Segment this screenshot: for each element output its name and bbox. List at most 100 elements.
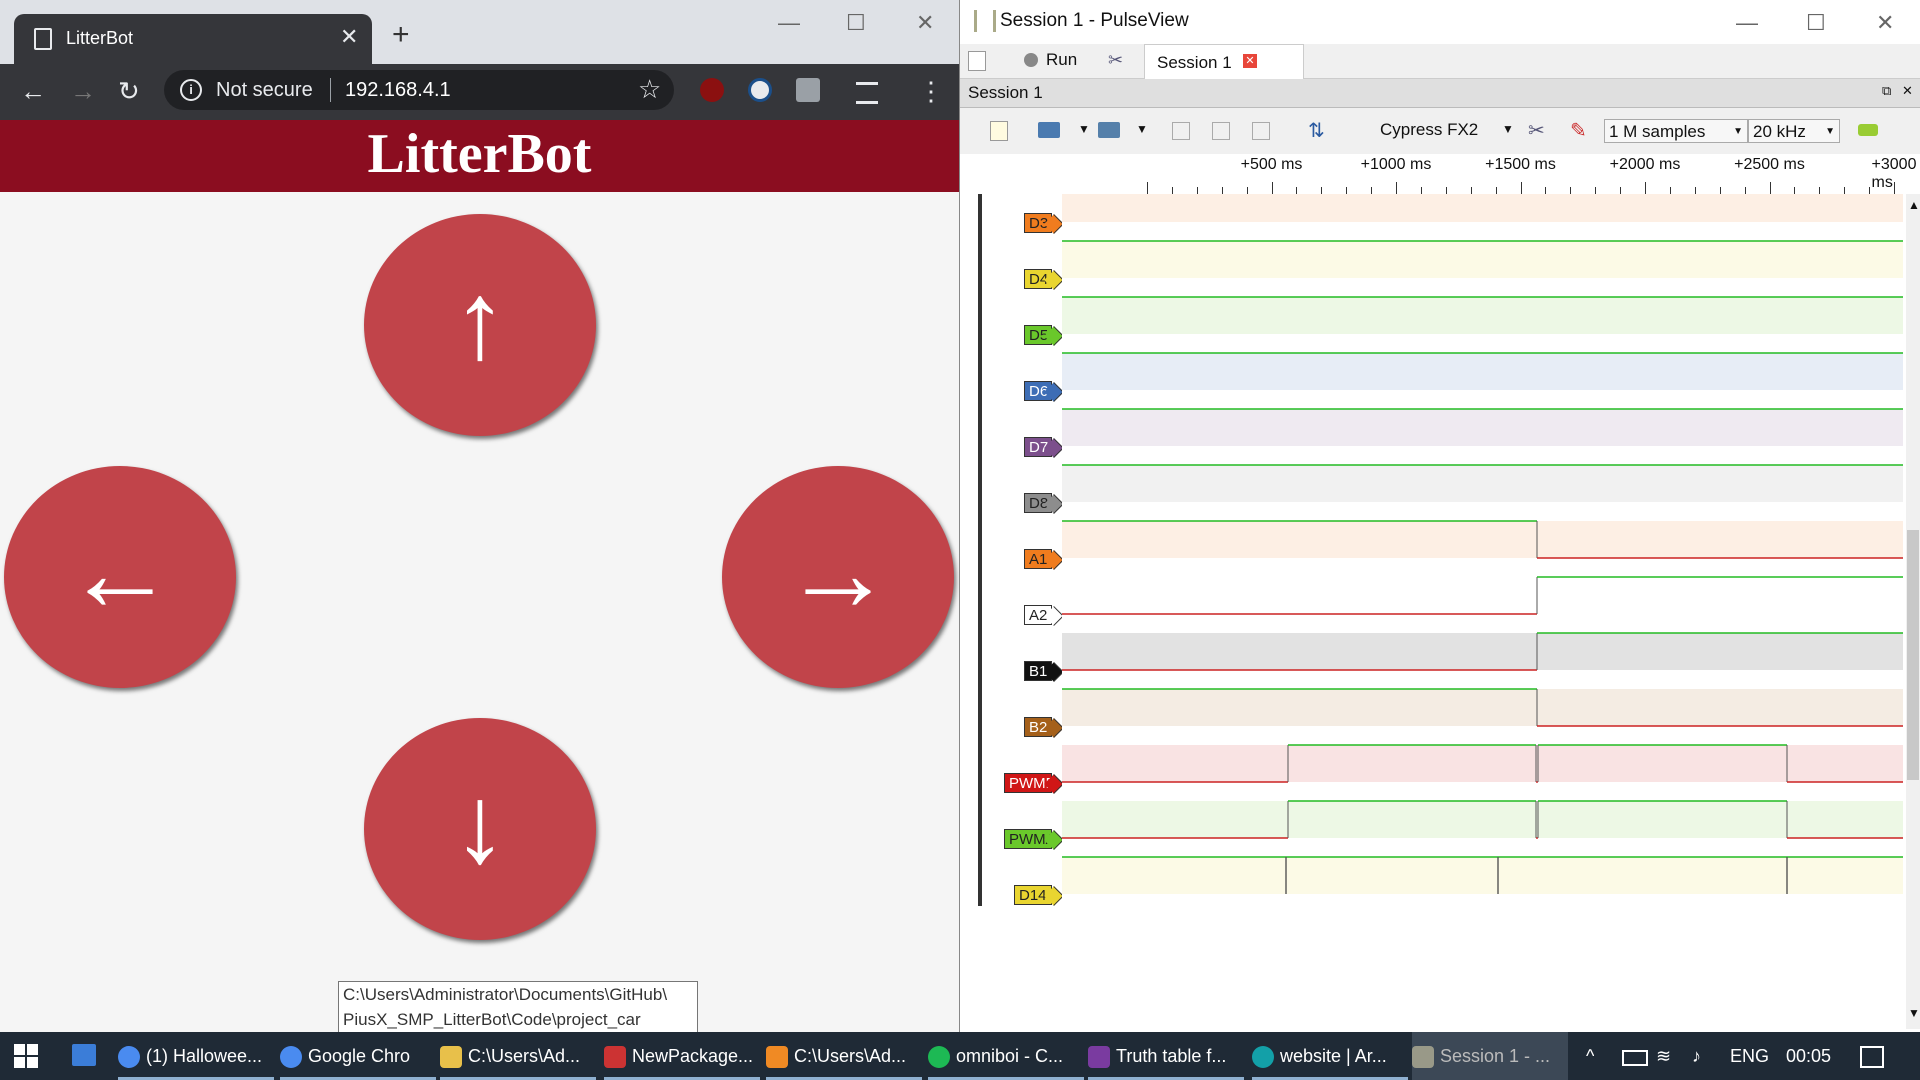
clock[interactable]: 00:05 (1786, 1032, 1831, 1080)
windows-start-icon[interactable] (14, 1044, 38, 1068)
scroll-up-icon[interactable]: ▲ (1908, 198, 1920, 212)
channel-label-a1[interactable]: A1 (1024, 549, 1052, 569)
volume-icon[interactable]: ♪ (1692, 1032, 1701, 1080)
trace-band-pwmb (1062, 745, 1903, 782)
ruler-tick (1844, 187, 1846, 194)
new-view-icon[interactable] (990, 121, 1008, 141)
down-button[interactable]: ↓ (364, 718, 596, 940)
close-tab-icon[interactable]: ✕ (340, 24, 358, 50)
right-button[interactable]: → (722, 466, 954, 688)
device-select[interactable]: Cypress FX2 (1380, 120, 1478, 140)
security-status[interactable]: Not secure (216, 79, 313, 102)
channel-label-b1[interactable]: B1 (1024, 661, 1052, 681)
chrome-icon (118, 1046, 140, 1069)
sample-count-select[interactable]: 1 M samples ▼ (1604, 119, 1748, 143)
trace-band-a2 (1062, 577, 1903, 614)
taskbar-item[interactable]: Session 1 - ... (1412, 1032, 1568, 1080)
channel-label-b2[interactable]: B2 (1024, 717, 1052, 737)
notification-icon[interactable] (1860, 1046, 1884, 1068)
zoom-out-icon[interactable] (1212, 122, 1230, 140)
close-dock-icon[interactable]: ✕ (1902, 83, 1913, 99)
taskbar-item[interactable]: C:\Users\Ad... (440, 1032, 596, 1080)
sample-count-value: 1 M samples (1609, 122, 1706, 141)
zoom-fit-icon[interactable] (1252, 122, 1270, 140)
device-config-icon[interactable]: ✂ (1528, 118, 1545, 143)
extension-icon[interactable] (748, 78, 772, 102)
channel-label-d4[interactable]: D4 (1024, 269, 1052, 289)
taskbar-item-label: Session 1 - ... (1440, 1046, 1551, 1066)
language-indicator[interactable]: ENG (1730, 1032, 1769, 1080)
task-view-icon[interactable] (72, 1044, 96, 1066)
channel-label-d6[interactable]: D6 (1024, 381, 1052, 401)
chrome-menu-button[interactable]: ⋮ (918, 76, 944, 107)
channel-group-bar (978, 194, 982, 906)
sample-rate-select[interactable]: 20 kHz ▼ (1748, 119, 1840, 143)
scroll-thumb[interactable] (1907, 530, 1919, 780)
channel-label-d8[interactable]: D8 (1024, 493, 1052, 513)
battery-icon[interactable] (1622, 1050, 1648, 1066)
save-menu-icon[interactable]: ▼ (1136, 122, 1148, 136)
channel-label-pwma[interactable]: PWMA (1004, 829, 1056, 849)
back-button[interactable]: ← (20, 76, 46, 107)
trace-area[interactable] (1062, 194, 1906, 1029)
pulseview-logo-icon (974, 10, 996, 32)
pv-minimize-button[interactable]: — (1736, 10, 1758, 36)
info-icon[interactable]: i (180, 79, 202, 101)
open-menu-icon[interactable]: ▼ (1078, 122, 1090, 136)
channel-label-d3[interactable]: D3 (1024, 213, 1052, 233)
ruler-label: +1500 ms (1485, 156, 1556, 173)
pv-close-button[interactable]: ✕ (1876, 10, 1894, 36)
show-hidden-icons[interactable]: ^ (1586, 1032, 1594, 1080)
undock-icon[interactable]: ⧉ (1882, 83, 1891, 99)
forward-button[interactable]: → (70, 76, 96, 107)
decoder-icon[interactable] (1858, 124, 1878, 136)
chrome-window: LitterBot ✕ + — ☐ ✕ ← → ↻ i Not secure 1… (0, 0, 960, 1032)
bookmark-star-icon[interactable]: ☆ (638, 74, 661, 105)
omnibox[interactable]: i Not secure 192.168.4.1 ☆ (164, 70, 674, 110)
maximize-button[interactable]: ☐ (846, 10, 866, 36)
vertical-scrollbar[interactable]: ▲ ▼ (1906, 194, 1920, 1029)
wifi-icon[interactable]: ≋ (1656, 1032, 1671, 1080)
probe-config-icon[interactable]: ✎ (1570, 118, 1587, 143)
time-ruler[interactable]: +500 ms +1000 ms +1500 ms +2000 ms +2500 ms +… (1062, 154, 1920, 194)
channel-label-d5[interactable]: D5 (1024, 325, 1052, 345)
new-session-icon[interactable] (968, 51, 986, 71)
taskbar-item[interactable]: website | Ar... (1252, 1032, 1408, 1080)
zoom-in-icon[interactable] (1172, 122, 1190, 140)
pv-maximize-button[interactable]: ☐ (1806, 10, 1826, 36)
left-button[interactable]: ← (4, 466, 236, 688)
ruler-tick (1645, 182, 1646, 194)
scroll-down-icon[interactable]: ▼ (1908, 1006, 1920, 1020)
device-dropdown-icon[interactable]: ▼ (1502, 122, 1514, 136)
taskbar-item[interactable]: Google Chro (280, 1032, 436, 1080)
taskbar-item[interactable]: (1) Hallowee... (118, 1032, 274, 1080)
address-text[interactable]: 192.168.4.1 (345, 79, 451, 102)
cursor-icon[interactable]: ⇅ (1308, 118, 1325, 143)
save-icon[interactable] (1098, 122, 1120, 138)
s-extension-icon[interactable] (796, 78, 820, 102)
open-icon[interactable] (1038, 122, 1060, 138)
channel-label-d7[interactable]: D7 (1024, 437, 1052, 457)
browser-tab[interactable]: LitterBot ✕ (14, 14, 372, 64)
channel-label-d14[interactable]: D14 (1014, 885, 1052, 905)
taskbar-item[interactable]: NewPackage... (604, 1032, 760, 1080)
incognito-icon[interactable] (856, 82, 878, 104)
ublock-icon[interactable] (700, 78, 724, 102)
taskbar-item[interactable]: Truth table f... (1088, 1032, 1244, 1080)
channel-label-pwmb[interactable]: PWMB (1004, 773, 1056, 793)
left-arrow-icon: ← (65, 511, 175, 634)
reload-button[interactable]: ↻ (118, 76, 140, 107)
run-button[interactable]: Run (1046, 50, 1077, 70)
minimize-button[interactable]: — (778, 10, 800, 36)
taskbar-item[interactable]: omniboi - C... (928, 1032, 1084, 1080)
close-session-icon[interactable]: ✕ (1243, 54, 1257, 68)
tooltip-line-1: C:\Users\Administrator\Documents\GitHub\ (343, 985, 668, 1004)
new-tab-button[interactable]: + (392, 18, 410, 52)
close-window-button[interactable]: ✕ (916, 10, 934, 36)
channel-label-a2[interactable]: A2 (1024, 605, 1052, 625)
taskbar-item-label: Google Chro (308, 1046, 411, 1066)
taskbar-item[interactable]: C:\Users\Ad... (766, 1032, 922, 1080)
up-button[interactable]: ↑ (364, 214, 596, 436)
session-tab[interactable]: Session 1 ✕ (1144, 44, 1304, 79)
settings-icon[interactable]: ✂ (1108, 50, 1123, 71)
